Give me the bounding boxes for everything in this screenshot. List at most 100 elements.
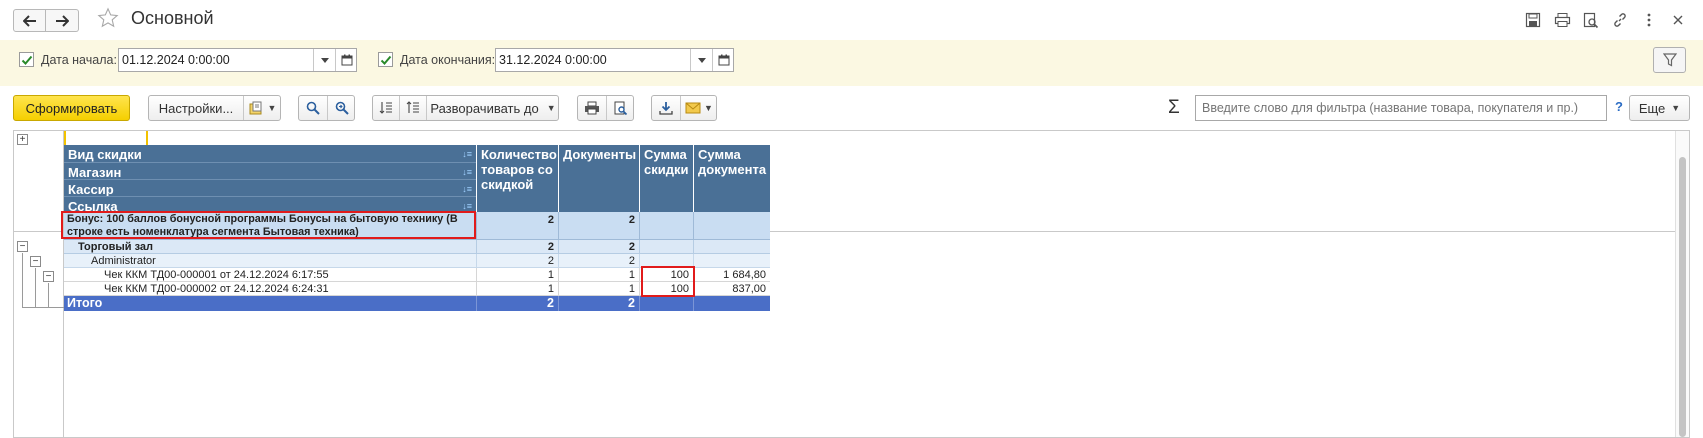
- more-button[interactable]: Еще ▼: [1629, 95, 1690, 121]
- print-preview-button[interactable]: [607, 96, 634, 120]
- calendar-icon: [718, 54, 729, 66]
- forward-button[interactable]: [46, 9, 79, 32]
- report-spreadsheet[interactable]: + − − − Вид скидки ↓≡ Магазин ↓≡ Кассир …: [13, 130, 1690, 438]
- cell-docs: 2: [628, 255, 635, 267]
- cell-docs: 2: [628, 241, 635, 253]
- expand-to-dropdown[interactable]: Разворачивать до ▼: [427, 96, 559, 120]
- end-date-field[interactable]: 31.12.2024 0:00:00: [495, 48, 734, 72]
- total-docs: 2: [628, 296, 635, 310]
- collapse-group-icon[interactable]: −: [30, 256, 41, 267]
- favorite-star-icon[interactable]: [97, 7, 119, 32]
- checkmark-icon: [21, 55, 32, 65]
- highlight-frame: [61, 211, 476, 239]
- column-header-label: Сумма документа: [698, 147, 767, 177]
- cell-docs: 2: [628, 214, 635, 226]
- cell-qty: 2: [547, 241, 554, 253]
- cell-total: 1 684,80: [723, 269, 766, 281]
- print-icon[interactable]: [1553, 11, 1571, 29]
- column-header-label: Документы: [563, 147, 637, 162]
- preview-icon[interactable]: [1582, 11, 1600, 29]
- end-date-value: 31.12.2024 0:00:00: [499, 53, 607, 67]
- group-header-label: Вид скидки: [68, 147, 142, 162]
- settings-button-group: Настройки... ▼: [148, 95, 281, 121]
- send-email-button[interactable]: ▼: [681, 96, 717, 120]
- row-label: Чек ККМ ТД00-000001 от 24.12.2024 6:17:5…: [104, 269, 329, 281]
- vertical-scrollbar[interactable]: [1675, 131, 1689, 437]
- chevron-down-icon: [697, 57, 706, 63]
- start-date-field[interactable]: 01.12.2024 0:00:00: [118, 48, 357, 72]
- sort-icon: ↓≡: [462, 184, 472, 194]
- arrow-right-icon: [56, 14, 69, 27]
- group-header-store[interactable]: Магазин ↓≡: [64, 162, 476, 180]
- group-header-label: Кассир: [68, 182, 114, 197]
- expand-groups-button[interactable]: [400, 96, 426, 120]
- printer-icon: [585, 101, 599, 115]
- column-header-docs[interactable]: Документы: [559, 145, 639, 212]
- search-icon: [306, 101, 320, 115]
- cell-total: 837,00: [732, 283, 766, 295]
- find-button[interactable]: [299, 96, 327, 120]
- calendar-icon: [341, 54, 352, 66]
- link-icon[interactable]: [1611, 11, 1629, 29]
- column-header-label: Сумма скидки: [644, 147, 689, 177]
- end-date-checkbox[interactable]: [378, 52, 393, 67]
- report-filter-input[interactable]: [1195, 95, 1607, 121]
- sort-icon: ↓≡: [462, 201, 472, 211]
- group-header-label: Магазин: [68, 165, 122, 180]
- group-header-discount-type[interactable]: Вид скидки ↓≡: [64, 145, 476, 162]
- table-row[interactable]: Торговый зал 2 2: [64, 240, 770, 254]
- save-icon[interactable]: [1524, 11, 1542, 29]
- back-button[interactable]: [13, 9, 46, 32]
- column-header-discount[interactable]: Сумма скидки: [640, 145, 693, 212]
- total-row[interactable]: Итого 2 2: [64, 296, 770, 311]
- cell-qty: 2: [547, 214, 554, 226]
- start-date-value: 01.12.2024 0:00:00: [122, 53, 230, 67]
- print-report-button[interactable]: [578, 96, 606, 120]
- more-vertical-icon[interactable]: [1640, 11, 1658, 29]
- outline-expand-all-icon[interactable]: +: [17, 134, 28, 145]
- end-date-label: Дата окончания:: [400, 53, 496, 67]
- cell-qty: 1: [547, 283, 554, 295]
- group-header-cashier[interactable]: Кассир ↓≡: [64, 179, 476, 197]
- group-header-link[interactable]: Ссылка ↓≡: [64, 196, 476, 214]
- download-icon: [659, 102, 673, 115]
- column-header-qty[interactable]: Количество товаров со скидкой: [477, 145, 558, 212]
- collapse-group-icon[interactable]: −: [43, 271, 54, 282]
- search-next-icon: [335, 101, 349, 115]
- row-label: Administrator: [91, 255, 156, 267]
- find-next-button[interactable]: [328, 96, 355, 120]
- print-button-group: [577, 95, 634, 121]
- start-date-checkbox[interactable]: [19, 52, 34, 67]
- cell-docs: 1: [628, 269, 635, 281]
- cell-docs: 1: [628, 283, 635, 295]
- expand-to-label: Разворачивать до: [430, 100, 539, 116]
- tree-line: [22, 253, 23, 307]
- sort-icon: ↓≡: [462, 167, 472, 177]
- row-label: Торговый зал: [78, 241, 154, 253]
- collapse-groups-icon: [379, 102, 392, 114]
- generate-report-button[interactable]: Сформировать: [13, 95, 130, 121]
- arrow-left-icon: [22, 14, 36, 27]
- start-date-calendar-button[interactable]: [335, 49, 357, 71]
- save-to-file-button[interactable]: [652, 96, 680, 120]
- export-button-group: ▼: [651, 95, 717, 121]
- filter-settings-button[interactable]: [1653, 47, 1686, 73]
- variants-button[interactable]: ▼: [244, 96, 281, 120]
- more-button-label: Еще: [1638, 100, 1666, 116]
- sum-sigma-icon[interactable]: Σ: [1168, 97, 1180, 119]
- start-date-label: Дата начала:: [41, 53, 117, 67]
- scrollbar-thumb[interactable]: [1679, 157, 1686, 437]
- help-button[interactable]: ?: [1615, 99, 1623, 114]
- column-header-total[interactable]: Сумма документа: [694, 145, 770, 212]
- envelope-icon: [685, 102, 701, 114]
- close-icon[interactable]: [1669, 11, 1687, 29]
- end-date-calendar-button[interactable]: [712, 49, 734, 71]
- grouping-button-group: Разворачивать до ▼: [372, 95, 559, 121]
- collapse-group-icon[interactable]: −: [17, 241, 28, 252]
- collapse-groups-button[interactable]: [373, 96, 399, 120]
- start-date-dropdown[interactable]: [313, 49, 335, 71]
- expand-groups-icon: [406, 101, 419, 113]
- settings-button[interactable]: Настройки...: [149, 96, 243, 120]
- chevron-down-icon: [320, 57, 329, 63]
- end-date-dropdown[interactable]: [690, 49, 712, 71]
